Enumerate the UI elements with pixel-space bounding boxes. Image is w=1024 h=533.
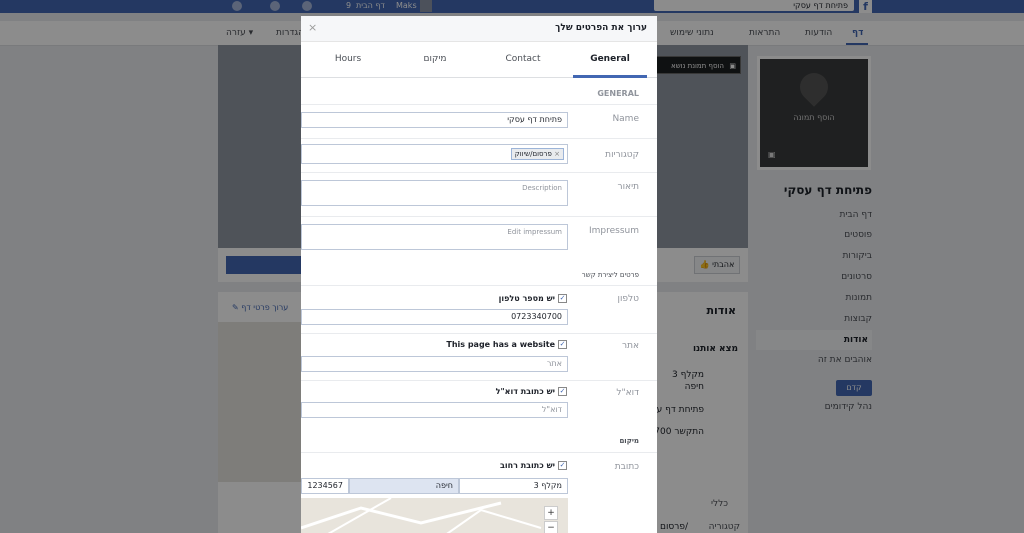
map-roads [301, 498, 542, 533]
address-label: כתובת [614, 462, 639, 472]
has-email-checkbox[interactable]: ✓ [558, 387, 567, 396]
has-address-checkbox[interactable]: ✓ [558, 461, 567, 470]
description-textarea[interactable]: Description [301, 180, 568, 206]
website-label: אתר [621, 341, 639, 351]
phone-label: טלפון [617, 294, 639, 304]
name-input[interactable]: פתיחת דף עסקי [301, 112, 568, 128]
general-section-heading: GENERAL [597, 89, 639, 98]
categories-label: קטגוריות [605, 150, 639, 160]
phone-input[interactable]: 0723340700 [301, 309, 568, 325]
city-input[interactable]: חיפה [349, 478, 459, 494]
tab-contact[interactable]: Contact [483, 54, 563, 64]
divider [301, 138, 657, 139]
tab-location[interactable]: מיקום [395, 54, 475, 64]
divider [301, 452, 657, 453]
location-map[interactable]: + − [301, 498, 568, 533]
has-address-label[interactable]: יש כתובת רחוב [500, 461, 555, 470]
street-input[interactable]: מקלף 3 [459, 478, 568, 494]
close-icon[interactable]: × [308, 21, 317, 34]
divider [301, 380, 657, 381]
categories-input[interactable]: פרסום/שיווק × [301, 144, 568, 164]
active-tab-underline [573, 75, 647, 78]
remove-tag-icon[interactable]: × [554, 150, 560, 158]
divider [301, 104, 657, 105]
has-phone-checkbox[interactable]: ✓ [558, 294, 567, 303]
name-label: Name [612, 114, 639, 124]
tab-general[interactable]: General [570, 54, 650, 64]
location-section-heading: מיקום [619, 437, 639, 445]
divider [301, 333, 657, 334]
dialog-tabs: General Contact מיקום Hours [301, 42, 657, 78]
description-label: תיאור [617, 182, 639, 192]
dialog-title: ערוך את הפרטים שלך [555, 23, 647, 33]
email-input[interactable]: דוא"ל [301, 402, 568, 418]
contact-section-heading: פרטים ליצירת קשר [581, 271, 639, 279]
impressum-label: Impressum [588, 226, 639, 236]
has-website-checkbox[interactable]: ✓ [558, 340, 567, 349]
divider [301, 172, 657, 173]
edit-details-dialog: ערוך את הפרטים שלך × General Contact מיק… [301, 16, 657, 533]
tab-hours[interactable]: Hours [308, 54, 388, 64]
zip-input[interactable]: 1234567 [301, 478, 349, 494]
zoom-in-button[interactable]: + [544, 506, 558, 520]
impressum-textarea[interactable]: Edit impressum [301, 224, 568, 250]
divider [301, 216, 657, 217]
has-email-label[interactable]: יש כתובת דוא"ל [496, 387, 555, 396]
zoom-out-button[interactable]: − [544, 521, 558, 533]
category-tag: פרסום/שיווק × [510, 148, 564, 160]
has-website-label[interactable]: This page has a website [446, 340, 555, 349]
website-input[interactable]: אתר [301, 356, 568, 372]
email-label: דוא"ל [616, 388, 639, 398]
divider [301, 285, 657, 286]
category-tag-label: פרסום/שיווק [514, 150, 552, 158]
has-phone-label[interactable]: יש מספר טלפון [499, 294, 555, 303]
dialog-header: ערוך את הפרטים שלך × [301, 16, 657, 42]
